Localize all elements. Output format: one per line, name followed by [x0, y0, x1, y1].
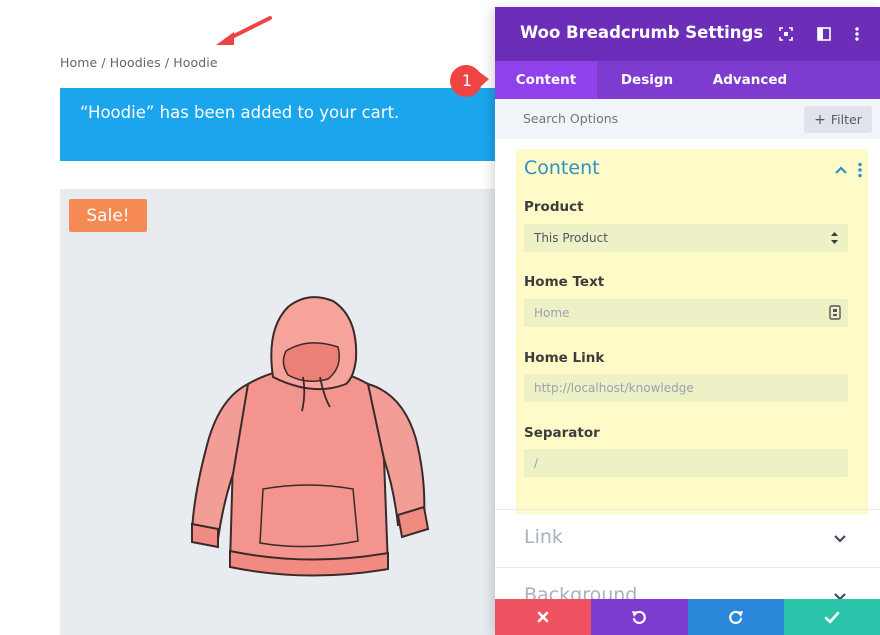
search-bar: + Filter	[495, 99, 880, 139]
home-text-placeholder: Home	[534, 306, 570, 320]
section-options-icon[interactable]	[855, 162, 865, 178]
chevron-up-icon[interactable]	[834, 163, 848, 177]
home-link-input[interactable]: http://localhost/knowledge	[524, 374, 848, 402]
hoodie-illustration	[190, 296, 430, 577]
product-label: Product	[524, 199, 584, 215]
dynamic-content-icon[interactable]	[829, 305, 841, 320]
select-arrows-icon	[831, 232, 838, 244]
annotation-arrow-icon	[216, 16, 272, 45]
home-text-input[interactable]: Home	[524, 299, 848, 327]
section-title[interactable]: Content	[524, 157, 600, 179]
home-text-label: Home Text	[524, 274, 605, 290]
panel-header: Woo Breadcrumb Settings	[495, 7, 880, 61]
cancel-icon	[537, 611, 549, 623]
fullscreen-icon[interactable]	[775, 23, 797, 45]
panel-footer	[495, 599, 880, 635]
redo-icon	[728, 610, 743, 625]
home-link-placeholder: http://localhost/knowledge	[534, 381, 694, 395]
split-view-icon[interactable]	[813, 23, 835, 45]
plus-icon: +	[814, 111, 826, 128]
tab-content[interactable]: Content	[495, 61, 597, 99]
separator-input[interactable]: /	[524, 449, 848, 477]
cart-notice: “Hoodie” has been added to your cart.	[60, 88, 496, 161]
breadcrumb: Home / Hoodies / Hoodie	[60, 55, 218, 70]
cart-notice-text: “Hoodie” has been added to your cart.	[80, 103, 400, 122]
separator-placeholder: /	[534, 456, 539, 470]
product-select[interactable]: This Product	[524, 224, 848, 252]
tab-design[interactable]: Design	[597, 61, 697, 99]
sale-badge: Sale!	[69, 199, 147, 232]
save-button[interactable]	[783, 599, 880, 635]
panel-title: Woo Breadcrumb Settings	[520, 23, 764, 42]
step-marker-number: 1	[461, 70, 473, 90]
save-check-icon	[824, 611, 840, 623]
undo-button[interactable]	[591, 599, 688, 635]
filter-button[interactable]: + Filter	[804, 106, 872, 133]
link-section-toggle[interactable]: Link	[495, 509, 880, 567]
chevron-down-icon	[834, 535, 846, 543]
tab-advanced[interactable]: Advanced	[697, 61, 803, 99]
content-section: Content Product This Product Home Text H…	[516, 149, 868, 514]
filter-label: Filter	[830, 112, 862, 127]
settings-panel: Woo Breadcrumb Settings Content Design A…	[495, 7, 880, 635]
undo-icon	[632, 610, 647, 625]
cancel-button[interactable]	[495, 599, 592, 635]
product-select-value: This Product	[534, 231, 608, 245]
home-link-label: Home Link	[524, 350, 605, 366]
redo-button[interactable]	[687, 599, 784, 635]
product-image[interactable]: Sale!	[60, 189, 496, 635]
separator-label: Separator	[524, 425, 600, 441]
tab-bar: Content Design Advanced	[495, 61, 880, 99]
search-options-input[interactable]	[523, 111, 723, 126]
more-options-icon[interactable]	[846, 23, 868, 45]
link-section-title: Link	[524, 526, 563, 548]
